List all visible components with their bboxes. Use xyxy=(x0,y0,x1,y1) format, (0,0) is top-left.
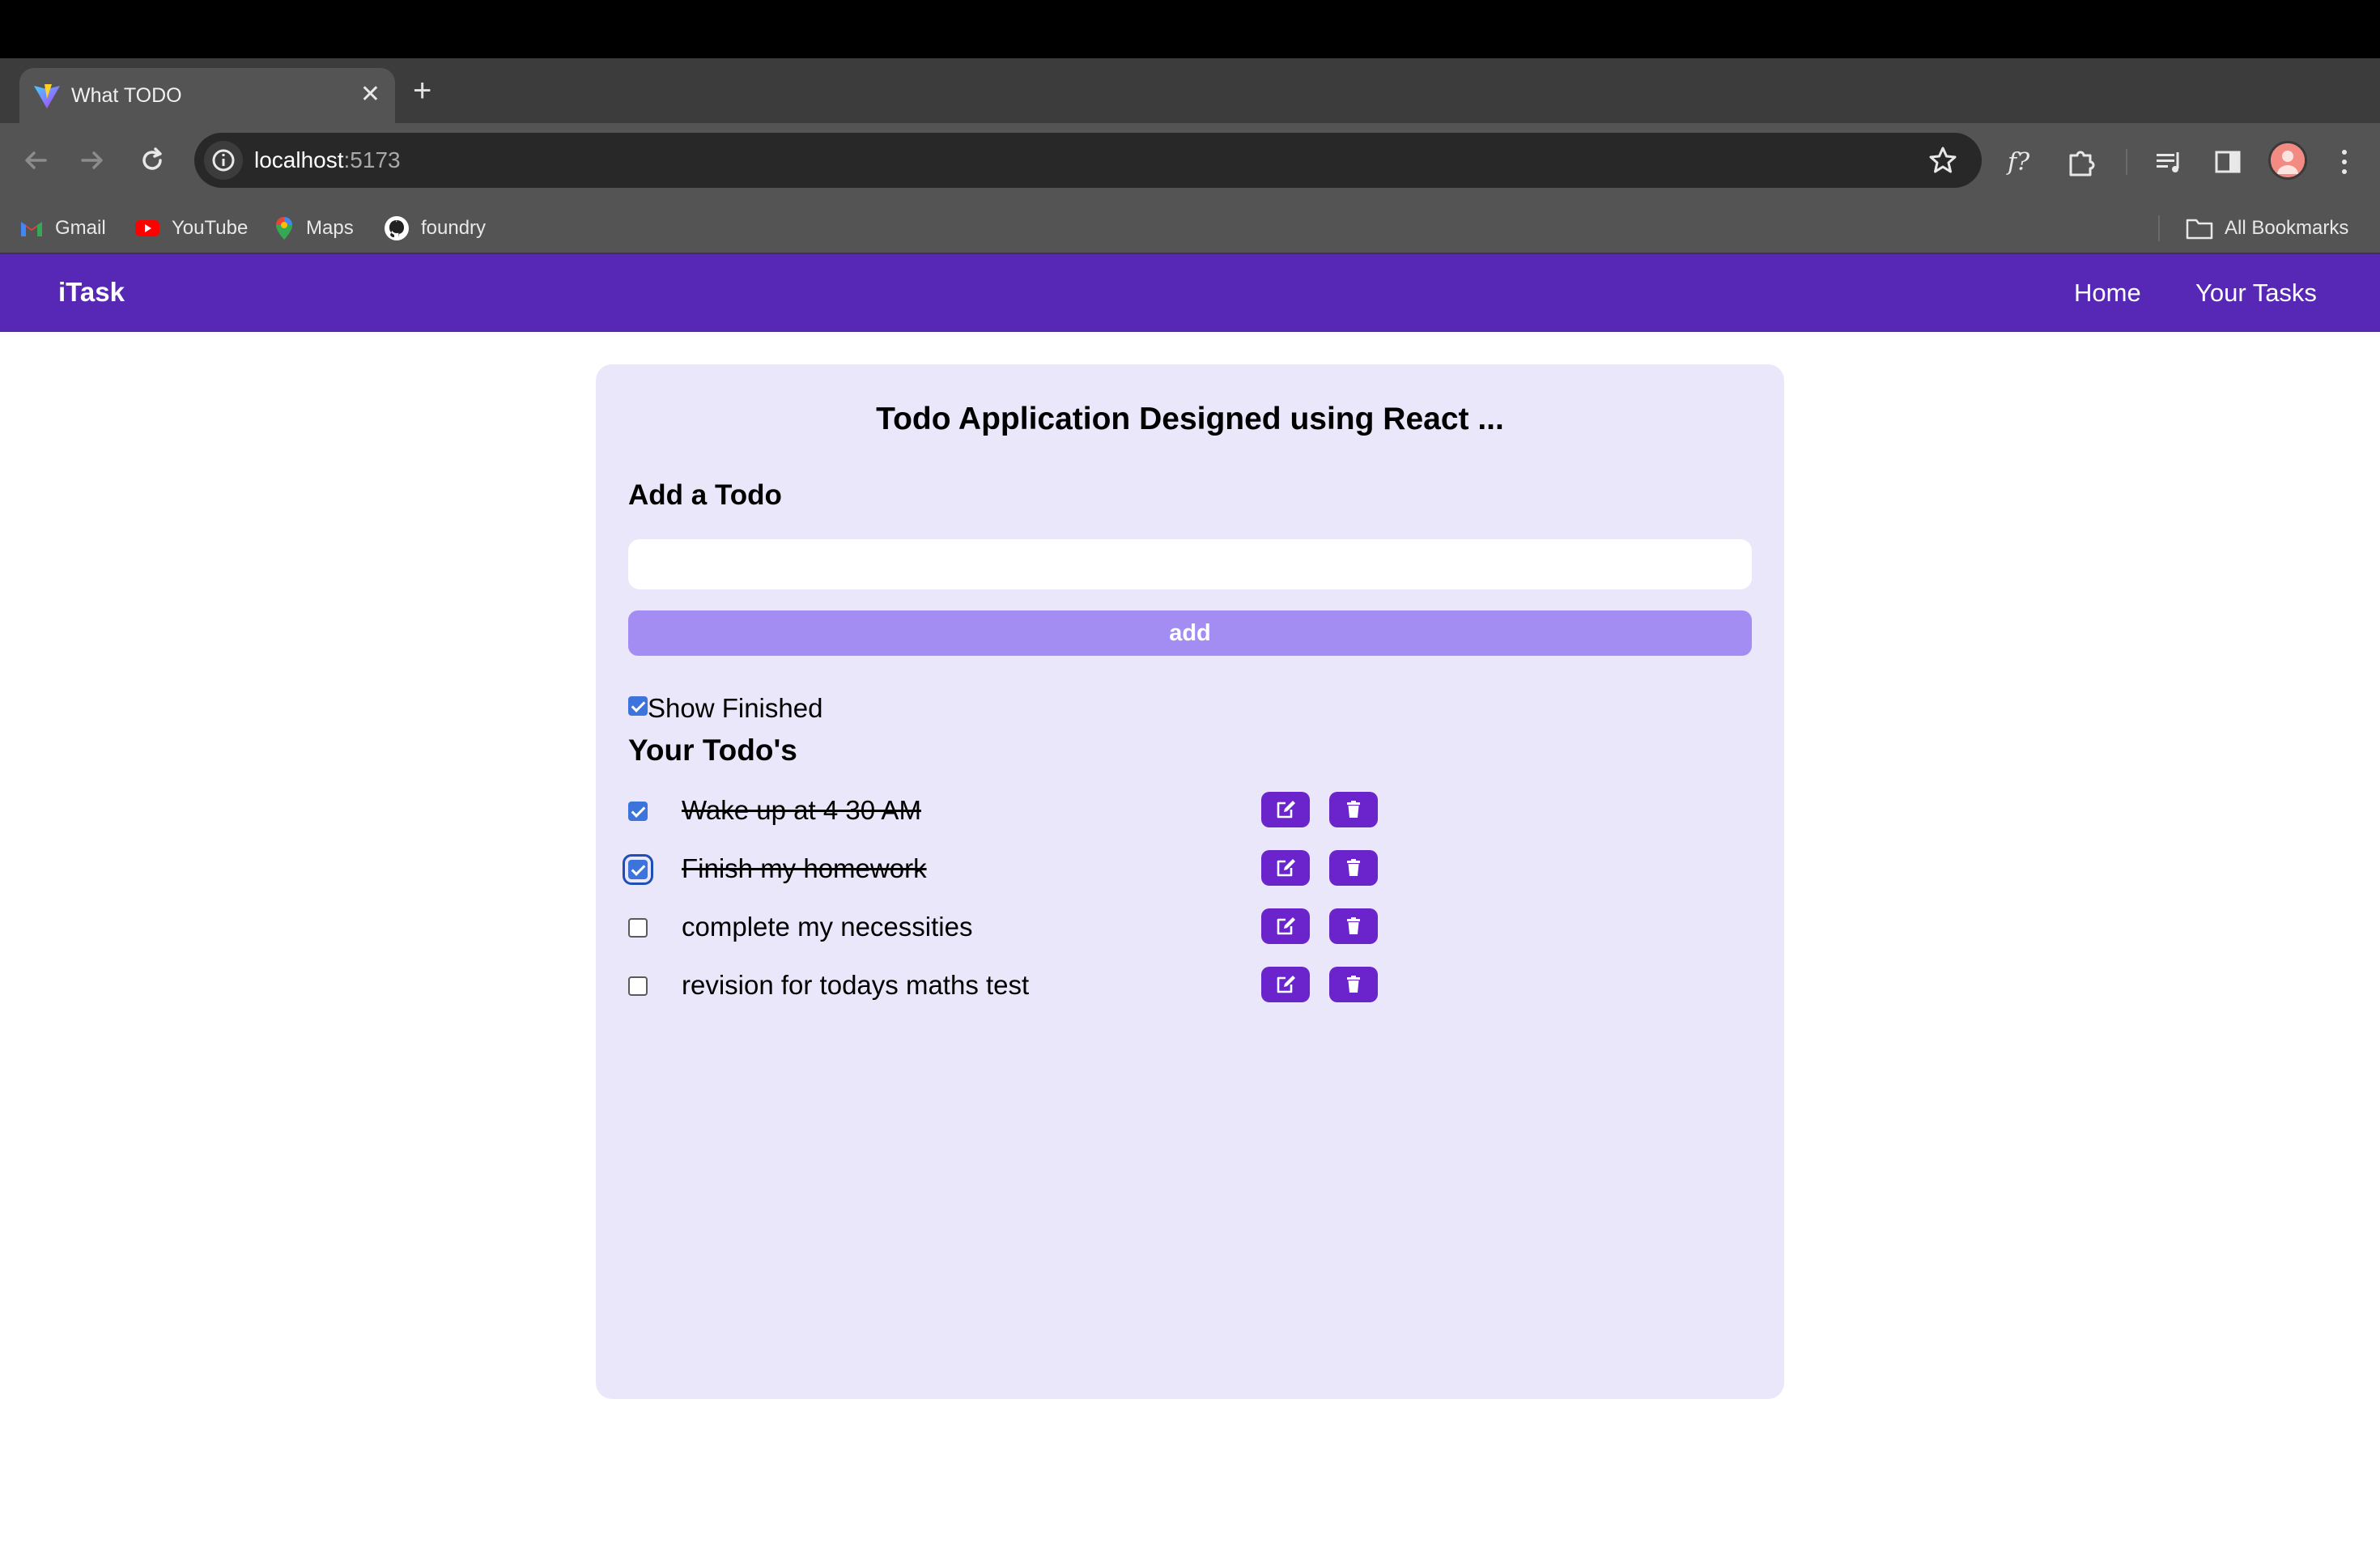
todo-input[interactable] xyxy=(628,539,1752,589)
vite-favicon-icon xyxy=(34,84,60,108)
bookmarks-bar: Gmail YouTube Maps foundry All Bookmarks xyxy=(0,202,2380,254)
profile-avatar[interactable] xyxy=(2268,141,2307,180)
todo-text: Wake up at 4 30 AM xyxy=(682,795,921,825)
toolbar-separator xyxy=(2126,149,2127,175)
folder-icon xyxy=(2186,219,2213,240)
trash-icon xyxy=(1347,801,1360,818)
add-button[interactable]: add xyxy=(628,610,1752,656)
bookmark-maps[interactable]: Maps xyxy=(274,212,354,245)
edit-icon xyxy=(1277,917,1295,935)
bookmark-label: foundry xyxy=(421,217,487,239)
todo-checkbox[interactable] xyxy=(628,976,648,996)
media-controls-icon[interactable] xyxy=(2150,142,2189,181)
extension-function-icon[interactable]: f? xyxy=(2004,142,2043,181)
page-title: Todo Application Designed using React ..… xyxy=(876,402,1504,436)
bookmark-youtube[interactable]: YouTube xyxy=(134,212,248,245)
todo-text: revision for todays maths test xyxy=(682,970,1030,1000)
bookmarks-separator xyxy=(2158,215,2160,241)
url-port: :5173 xyxy=(343,147,401,172)
todo-item: revision for todays maths test xyxy=(596,967,1784,1007)
bookmark-star-icon[interactable] xyxy=(1927,144,1959,176)
delete-button[interactable] xyxy=(1329,908,1378,944)
todo-checkbox[interactable] xyxy=(628,918,648,938)
edit-button[interactable] xyxy=(1261,792,1310,827)
kebab-menu-icon[interactable] xyxy=(2325,142,2364,181)
edit-button[interactable] xyxy=(1261,967,1310,1002)
bookmark-gmail[interactable]: Gmail xyxy=(19,212,106,245)
new-tab-button[interactable]: + xyxy=(413,73,431,108)
tab-strip: What TODO ✕ xyxy=(0,58,2380,172)
back-icon[interactable] xyxy=(18,142,53,178)
site-info-icon[interactable] xyxy=(204,141,243,180)
edit-button[interactable] xyxy=(1261,908,1310,944)
todo-item: Wake up at 4 30 AM xyxy=(596,792,1784,832)
forward-icon[interactable] xyxy=(74,142,110,178)
github-icon xyxy=(385,216,409,240)
youtube-icon xyxy=(135,220,159,236)
delete-button[interactable] xyxy=(1329,967,1378,1002)
todo-text: complete my necessities xyxy=(682,912,973,942)
bookmark-foundry[interactable]: foundry xyxy=(384,212,486,245)
url-text: localhost:5173 xyxy=(254,147,401,173)
edit-button[interactable] xyxy=(1261,850,1310,886)
gmail-icon xyxy=(21,222,42,236)
todo-item: complete my necessities xyxy=(596,908,1784,949)
url-host: localhost xyxy=(254,147,344,172)
your-todos-heading: Your Todo's xyxy=(628,734,797,767)
reload-icon[interactable] xyxy=(134,142,170,178)
all-bookmarks-button[interactable]: All Bookmarks xyxy=(2186,212,2348,245)
svg-text:f?: f? xyxy=(2006,148,2030,176)
bookmark-label: YouTube xyxy=(172,217,249,239)
maps-pin-icon xyxy=(276,217,292,240)
trash-icon xyxy=(1347,917,1360,934)
extensions-puzzle-icon[interactable] xyxy=(2063,142,2102,181)
edit-icon xyxy=(1277,859,1295,877)
close-tab-icon[interactable]: ✕ xyxy=(360,81,380,108)
side-panel-icon[interactable] xyxy=(2208,142,2247,181)
system-menu-bar xyxy=(0,0,2380,58)
delete-button[interactable] xyxy=(1329,850,1378,886)
delete-button[interactable] xyxy=(1329,792,1378,827)
tab-what-todo[interactable]: What TODO ✕ xyxy=(19,68,395,123)
todo-item: Finish my homework xyxy=(596,850,1784,891)
trash-icon xyxy=(1347,859,1360,876)
nav-link-your-tasks[interactable]: Your Tasks xyxy=(2195,279,2317,308)
bookmark-label: Maps xyxy=(306,217,354,239)
todo-text: Finish my homework xyxy=(682,853,927,883)
brand-logo[interactable]: iTask xyxy=(58,277,125,308)
show-finished-label: Show Finished xyxy=(648,693,823,723)
address-bar[interactable]: localhost:5173 xyxy=(194,133,1982,188)
bookmark-label: Gmail xyxy=(55,217,106,239)
todo-card: Todo Application Designed using React ..… xyxy=(596,364,1784,1399)
todo-checkbox[interactable] xyxy=(628,802,648,821)
add-todo-heading: Add a Todo xyxy=(628,479,782,511)
edit-icon xyxy=(1277,976,1295,993)
todo-checkbox[interactable] xyxy=(623,854,653,885)
nav-link-home[interactable]: Home xyxy=(2074,279,2141,308)
tab-title: What TODO xyxy=(71,84,182,107)
edit-icon xyxy=(1277,801,1295,819)
show-finished-checkbox[interactable] xyxy=(628,696,648,716)
trash-icon xyxy=(1347,976,1360,993)
all-bookmarks-label: All Bookmarks xyxy=(2225,217,2349,239)
app-navbar: iTask Home Your Tasks xyxy=(0,254,2380,332)
